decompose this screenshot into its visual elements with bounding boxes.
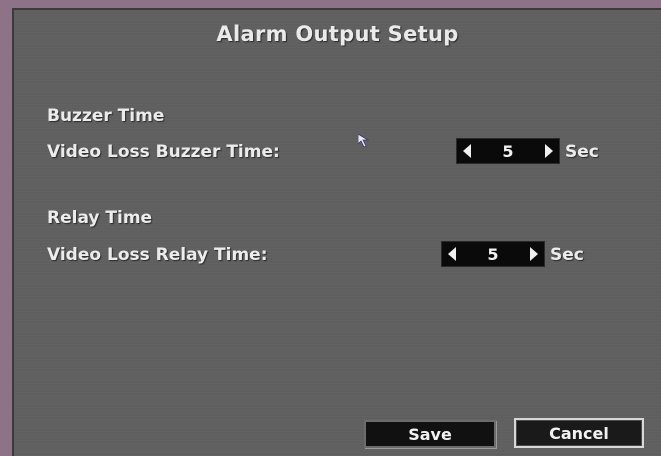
video-loss-buzzer-time-label: Video Loss Buzzer Time: [47, 142, 280, 162]
relay-time-value: 5 [487, 244, 499, 264]
buzzer-time-unit: Sec [565, 142, 599, 162]
alarm-output-setup-dialog: Alarm Output Setup Buzzer Time Video Los… [12, 8, 661, 456]
relay-time-unit: Sec [550, 245, 584, 265]
dialog-title: Alarm Output Setup [216, 22, 459, 46]
buzzer-increase-arrow-icon[interactable] [543, 141, 555, 161]
relay-decrease-arrow-icon[interactable] [446, 244, 458, 264]
buzzer-decrease-arrow-icon[interactable] [461, 141, 473, 161]
buzzer-section-label: Buzzer Time [47, 106, 165, 126]
mouse-pointer-icon [357, 133, 370, 152]
save-button[interactable]: Save [364, 420, 496, 448]
relay-section-label: Relay Time [47, 208, 153, 228]
relay-time-spinner[interactable]: 5 [441, 241, 545, 267]
buzzer-time-spinner[interactable]: 5 [456, 138, 560, 164]
cancel-button[interactable]: Cancel [514, 418, 644, 448]
video-loss-relay-time-label: Video Loss Relay Time: [47, 245, 268, 265]
screen-frame: Alarm Output Setup Buzzer Time Video Los… [0, 0, 661, 456]
buzzer-time-value: 5 [502, 141, 514, 161]
relay-increase-arrow-icon[interactable] [528, 244, 540, 264]
